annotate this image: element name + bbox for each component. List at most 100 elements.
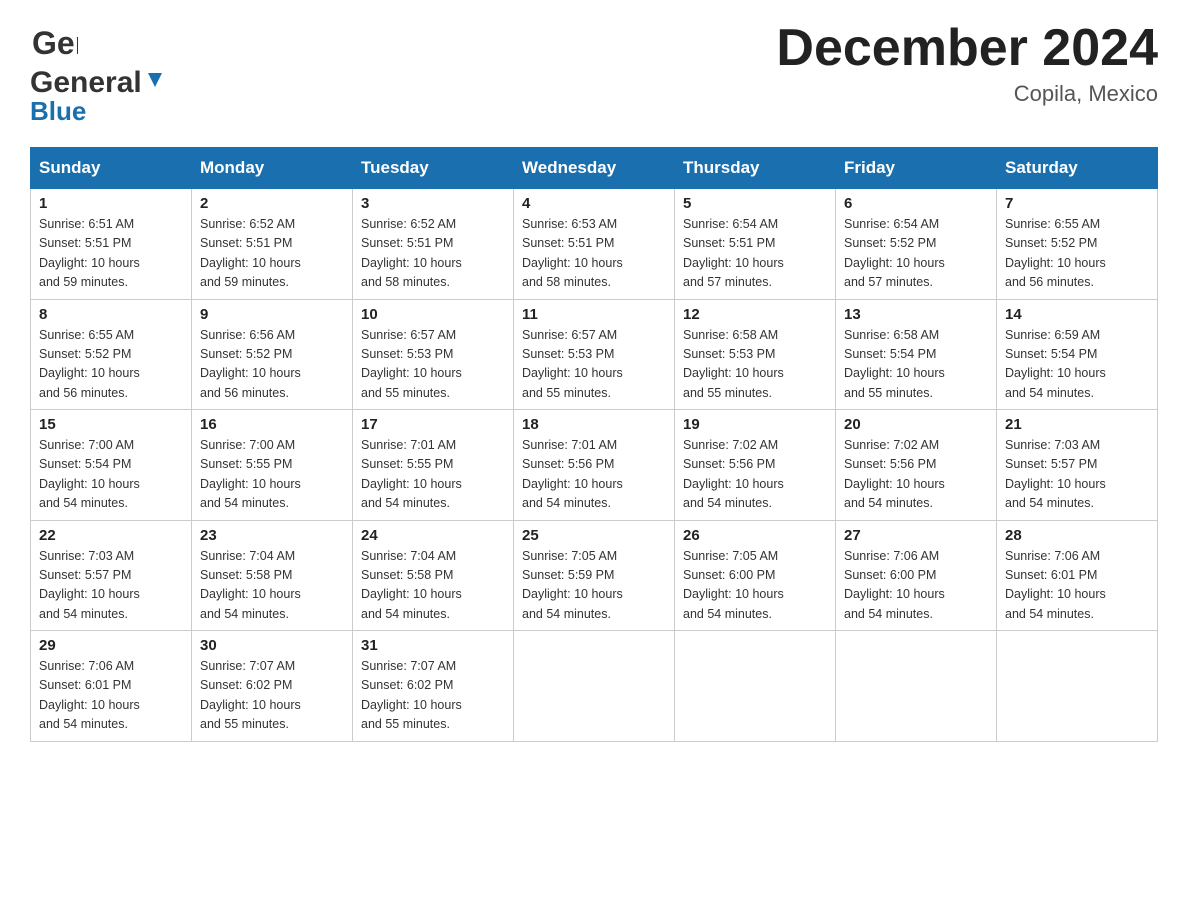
calendar-cell: 25 Sunrise: 7:05 AM Sunset: 5:59 PM Dayl…	[514, 520, 675, 631]
calendar-table: Sunday Monday Tuesday Wednesday Thursday…	[30, 147, 1158, 742]
calendar-cell: 16 Sunrise: 7:00 AM Sunset: 5:55 PM Dayl…	[192, 410, 353, 521]
calendar-cell	[836, 631, 997, 742]
day-number: 9	[200, 306, 344, 323]
header-thursday: Thursday	[675, 148, 836, 189]
day-info: Sunrise: 6:55 AM Sunset: 5:52 PM Dayligh…	[39, 326, 183, 404]
calendar-cell: 22 Sunrise: 7:03 AM Sunset: 5:57 PM Dayl…	[31, 520, 192, 631]
calendar-cell: 13 Sunrise: 6:58 AM Sunset: 5:54 PM Dayl…	[836, 299, 997, 410]
day-info: Sunrise: 7:00 AM Sunset: 5:55 PM Dayligh…	[200, 436, 344, 514]
header-saturday: Saturday	[997, 148, 1158, 189]
calendar-cell: 24 Sunrise: 7:04 AM Sunset: 5:58 PM Dayl…	[353, 520, 514, 631]
day-info: Sunrise: 7:05 AM Sunset: 5:59 PM Dayligh…	[522, 547, 666, 625]
day-number: 30	[200, 637, 344, 654]
header-monday: Monday	[192, 148, 353, 189]
calendar-week-4: 22 Sunrise: 7:03 AM Sunset: 5:57 PM Dayl…	[31, 520, 1158, 631]
calendar-cell: 30 Sunrise: 7:07 AM Sunset: 6:02 PM Dayl…	[192, 631, 353, 742]
calendar-subtitle: Copila, Mexico	[776, 81, 1158, 107]
day-info: Sunrise: 7:07 AM Sunset: 6:02 PM Dayligh…	[361, 657, 505, 735]
day-info: Sunrise: 6:57 AM Sunset: 5:53 PM Dayligh…	[522, 326, 666, 404]
day-number: 20	[844, 416, 988, 433]
calendar-cell	[675, 631, 836, 742]
day-number: 3	[361, 195, 505, 212]
day-number: 29	[39, 637, 183, 654]
calendar-cell: 26 Sunrise: 7:05 AM Sunset: 6:00 PM Dayl…	[675, 520, 836, 631]
day-info: Sunrise: 6:52 AM Sunset: 5:51 PM Dayligh…	[200, 215, 344, 293]
day-number: 10	[361, 306, 505, 323]
day-info: Sunrise: 6:51 AM Sunset: 5:51 PM Dayligh…	[39, 215, 183, 293]
day-number: 11	[522, 306, 666, 323]
day-number: 14	[1005, 306, 1149, 323]
day-number: 2	[200, 195, 344, 212]
calendar-cell: 2 Sunrise: 6:52 AM Sunset: 5:51 PM Dayli…	[192, 189, 353, 300]
calendar-cell: 23 Sunrise: 7:04 AM Sunset: 5:58 PM Dayl…	[192, 520, 353, 631]
day-info: Sunrise: 7:00 AM Sunset: 5:54 PM Dayligh…	[39, 436, 183, 514]
day-number: 24	[361, 527, 505, 544]
day-info: Sunrise: 7:01 AM Sunset: 5:55 PM Dayligh…	[361, 436, 505, 514]
day-number: 26	[683, 527, 827, 544]
calendar-cell: 10 Sunrise: 6:57 AM Sunset: 5:53 PM Dayl…	[353, 299, 514, 410]
day-info: Sunrise: 6:52 AM Sunset: 5:51 PM Dayligh…	[361, 215, 505, 293]
calendar-cell: 17 Sunrise: 7:01 AM Sunset: 5:55 PM Dayl…	[353, 410, 514, 521]
day-info: Sunrise: 7:03 AM Sunset: 5:57 PM Dayligh…	[1005, 436, 1149, 514]
day-info: Sunrise: 7:06 AM Sunset: 6:01 PM Dayligh…	[1005, 547, 1149, 625]
day-number: 15	[39, 416, 183, 433]
day-number: 21	[1005, 416, 1149, 433]
day-info: Sunrise: 7:02 AM Sunset: 5:56 PM Dayligh…	[683, 436, 827, 514]
calendar-cell: 29 Sunrise: 7:06 AM Sunset: 6:01 PM Dayl…	[31, 631, 192, 742]
day-number: 23	[200, 527, 344, 544]
day-number: 13	[844, 306, 988, 323]
calendar-cell: 20 Sunrise: 7:02 AM Sunset: 5:56 PM Dayl…	[836, 410, 997, 521]
day-number: 1	[39, 195, 183, 212]
day-info: Sunrise: 7:01 AM Sunset: 5:56 PM Dayligh…	[522, 436, 666, 514]
day-info: Sunrise: 6:58 AM Sunset: 5:53 PM Dayligh…	[683, 326, 827, 404]
svg-text:General: General	[32, 25, 78, 61]
calendar-cell	[997, 631, 1158, 742]
logo-blue-text: Blue	[30, 96, 86, 126]
day-number: 22	[39, 527, 183, 544]
header-sunday: Sunday	[31, 148, 192, 189]
calendar-cell: 31 Sunrise: 7:07 AM Sunset: 6:02 PM Dayl…	[353, 631, 514, 742]
calendar-cell: 9 Sunrise: 6:56 AM Sunset: 5:52 PM Dayli…	[192, 299, 353, 410]
day-number: 5	[683, 195, 827, 212]
day-info: Sunrise: 7:04 AM Sunset: 5:58 PM Dayligh…	[361, 547, 505, 625]
header-friday: Friday	[836, 148, 997, 189]
calendar-cell: 8 Sunrise: 6:55 AM Sunset: 5:52 PM Dayli…	[31, 299, 192, 410]
calendar-week-3: 15 Sunrise: 7:00 AM Sunset: 5:54 PM Dayl…	[31, 410, 1158, 521]
calendar-header-row: Sunday Monday Tuesday Wednesday Thursday…	[31, 148, 1158, 189]
day-number: 28	[1005, 527, 1149, 544]
calendar-cell: 15 Sunrise: 7:00 AM Sunset: 5:54 PM Dayl…	[31, 410, 192, 521]
day-number: 12	[683, 306, 827, 323]
day-info: Sunrise: 6:54 AM Sunset: 5:52 PM Dayligh…	[844, 215, 988, 293]
calendar-week-2: 8 Sunrise: 6:55 AM Sunset: 5:52 PM Dayli…	[31, 299, 1158, 410]
day-info: Sunrise: 6:57 AM Sunset: 5:53 PM Dayligh…	[361, 326, 505, 404]
day-info: Sunrise: 7:04 AM Sunset: 5:58 PM Dayligh…	[200, 547, 344, 625]
logo: General General Blue	[30, 20, 166, 127]
day-number: 16	[200, 416, 344, 433]
calendar-title-block: December 2024 Copila, Mexico	[776, 20, 1158, 107]
day-info: Sunrise: 7:02 AM Sunset: 5:56 PM Dayligh…	[844, 436, 988, 514]
day-info: Sunrise: 7:03 AM Sunset: 5:57 PM Dayligh…	[39, 547, 183, 625]
calendar-cell: 18 Sunrise: 7:01 AM Sunset: 5:56 PM Dayl…	[514, 410, 675, 521]
day-info: Sunrise: 7:06 AM Sunset: 6:01 PM Dayligh…	[39, 657, 183, 735]
day-info: Sunrise: 6:55 AM Sunset: 5:52 PM Dayligh…	[1005, 215, 1149, 293]
day-number: 7	[1005, 195, 1149, 212]
day-info: Sunrise: 7:06 AM Sunset: 6:00 PM Dayligh…	[844, 547, 988, 625]
calendar-cell: 7 Sunrise: 6:55 AM Sunset: 5:52 PM Dayli…	[997, 189, 1158, 300]
day-number: 25	[522, 527, 666, 544]
calendar-cell: 14 Sunrise: 6:59 AM Sunset: 5:54 PM Dayl…	[997, 299, 1158, 410]
calendar-title: December 2024	[776, 20, 1158, 77]
day-number: 27	[844, 527, 988, 544]
calendar-cell: 12 Sunrise: 6:58 AM Sunset: 5:53 PM Dayl…	[675, 299, 836, 410]
logo-icon: General	[30, 20, 78, 68]
calendar-cell: 4 Sunrise: 6:53 AM Sunset: 5:51 PM Dayli…	[514, 189, 675, 300]
day-number: 18	[522, 416, 666, 433]
logo-general-text: General	[30, 68, 142, 98]
day-info: Sunrise: 7:05 AM Sunset: 6:00 PM Dayligh…	[683, 547, 827, 625]
calendar-cell: 28 Sunrise: 7:06 AM Sunset: 6:01 PM Dayl…	[997, 520, 1158, 631]
day-info: Sunrise: 6:53 AM Sunset: 5:51 PM Dayligh…	[522, 215, 666, 293]
calendar-cell: 1 Sunrise: 6:51 AM Sunset: 5:51 PM Dayli…	[31, 189, 192, 300]
day-number: 17	[361, 416, 505, 433]
day-info: Sunrise: 6:54 AM Sunset: 5:51 PM Dayligh…	[683, 215, 827, 293]
calendar-week-1: 1 Sunrise: 6:51 AM Sunset: 5:51 PM Dayli…	[31, 189, 1158, 300]
header-wednesday: Wednesday	[514, 148, 675, 189]
